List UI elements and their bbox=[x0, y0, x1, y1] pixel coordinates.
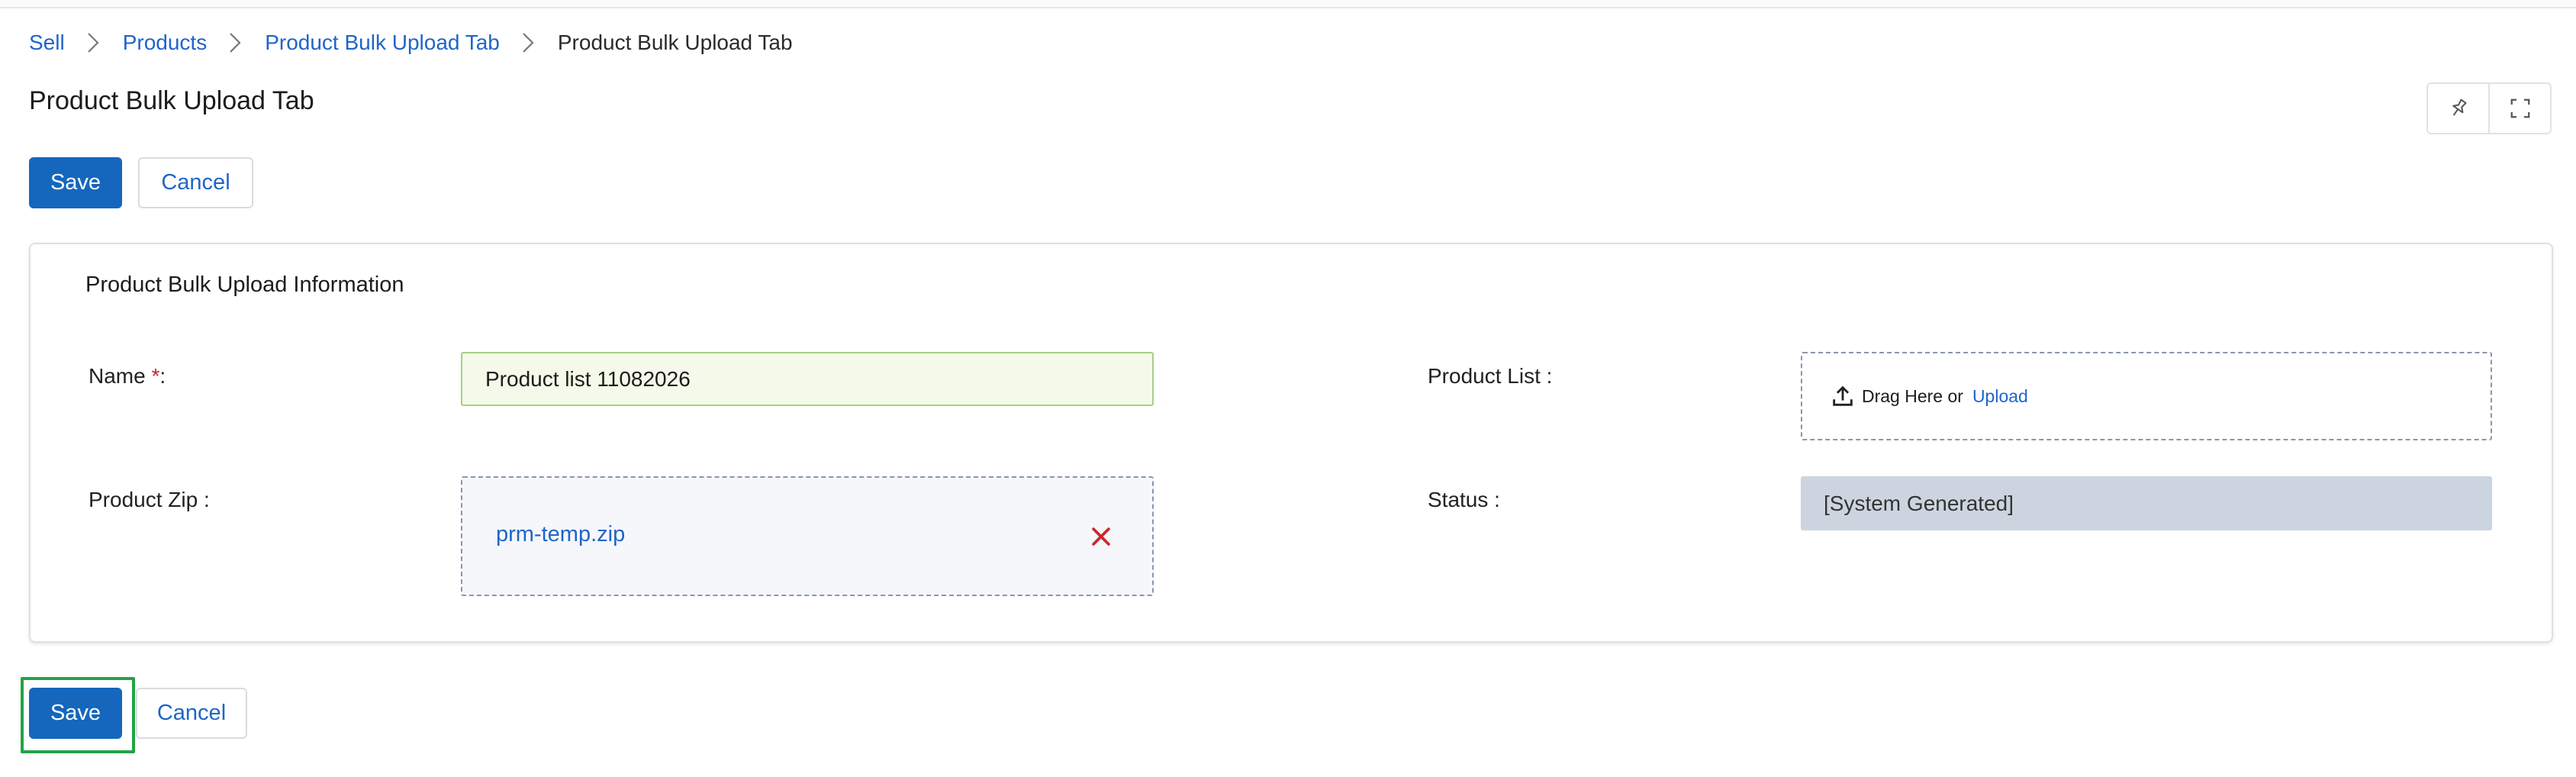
cancel-button[interactable]: Cancel bbox=[138, 157, 253, 208]
breadcrumb: Sell Products Product Bulk Upload Tab Pr… bbox=[29, 27, 793, 58]
drop-text: Drag Here or bbox=[1862, 385, 1963, 406]
save-button[interactable]: Save bbox=[29, 157, 122, 208]
upload-icon bbox=[1830, 383, 1856, 409]
status-label: Status : bbox=[1428, 488, 1500, 511]
chevron-right-icon bbox=[222, 27, 248, 58]
required-mark: * bbox=[151, 364, 160, 388]
name-input[interactable]: Product list 11082026 bbox=[461, 352, 1154, 406]
product-zip-field[interactable]: prm-temp.zip bbox=[461, 476, 1154, 596]
save-button-bottom[interactable]: Save bbox=[29, 688, 122, 739]
chevron-right-icon bbox=[515, 27, 541, 58]
upload-link[interactable]: Upload bbox=[1972, 386, 2028, 407]
breadcrumb-current: Product Bulk Upload Tab bbox=[557, 31, 793, 54]
upload-info-panel bbox=[29, 243, 2553, 643]
top-border bbox=[0, 0, 2576, 8]
product-zip-label: Product Zip : bbox=[89, 488, 210, 511]
breadcrumb-product-bulk-upload-tab[interactable]: Product Bulk Upload Tab bbox=[265, 31, 500, 55]
product-list-dropzone[interactable]: Drag Here or Upload bbox=[1801, 352, 2492, 440]
cancel-button-bottom[interactable]: Cancel bbox=[136, 688, 247, 739]
status-field: [System Generated] bbox=[1801, 476, 2492, 530]
product-list-label: Product List : bbox=[1428, 364, 1553, 388]
section-title: Product Bulk Upload Information bbox=[85, 272, 404, 297]
pin-icon[interactable] bbox=[2428, 84, 2488, 133]
page-title: Product Bulk Upload Tab bbox=[29, 86, 314, 115]
breadcrumb-products[interactable]: Products bbox=[123, 31, 208, 55]
close-icon[interactable] bbox=[1088, 524, 1114, 550]
name-label: Name *: bbox=[89, 364, 166, 388]
breadcrumb-sell[interactable]: Sell bbox=[29, 31, 65, 55]
chevron-right-icon bbox=[80, 27, 106, 58]
zip-file-link[interactable]: prm-temp.zip bbox=[496, 522, 625, 547]
header-tools bbox=[2426, 82, 2552, 134]
expand-icon[interactable] bbox=[2488, 84, 2550, 133]
